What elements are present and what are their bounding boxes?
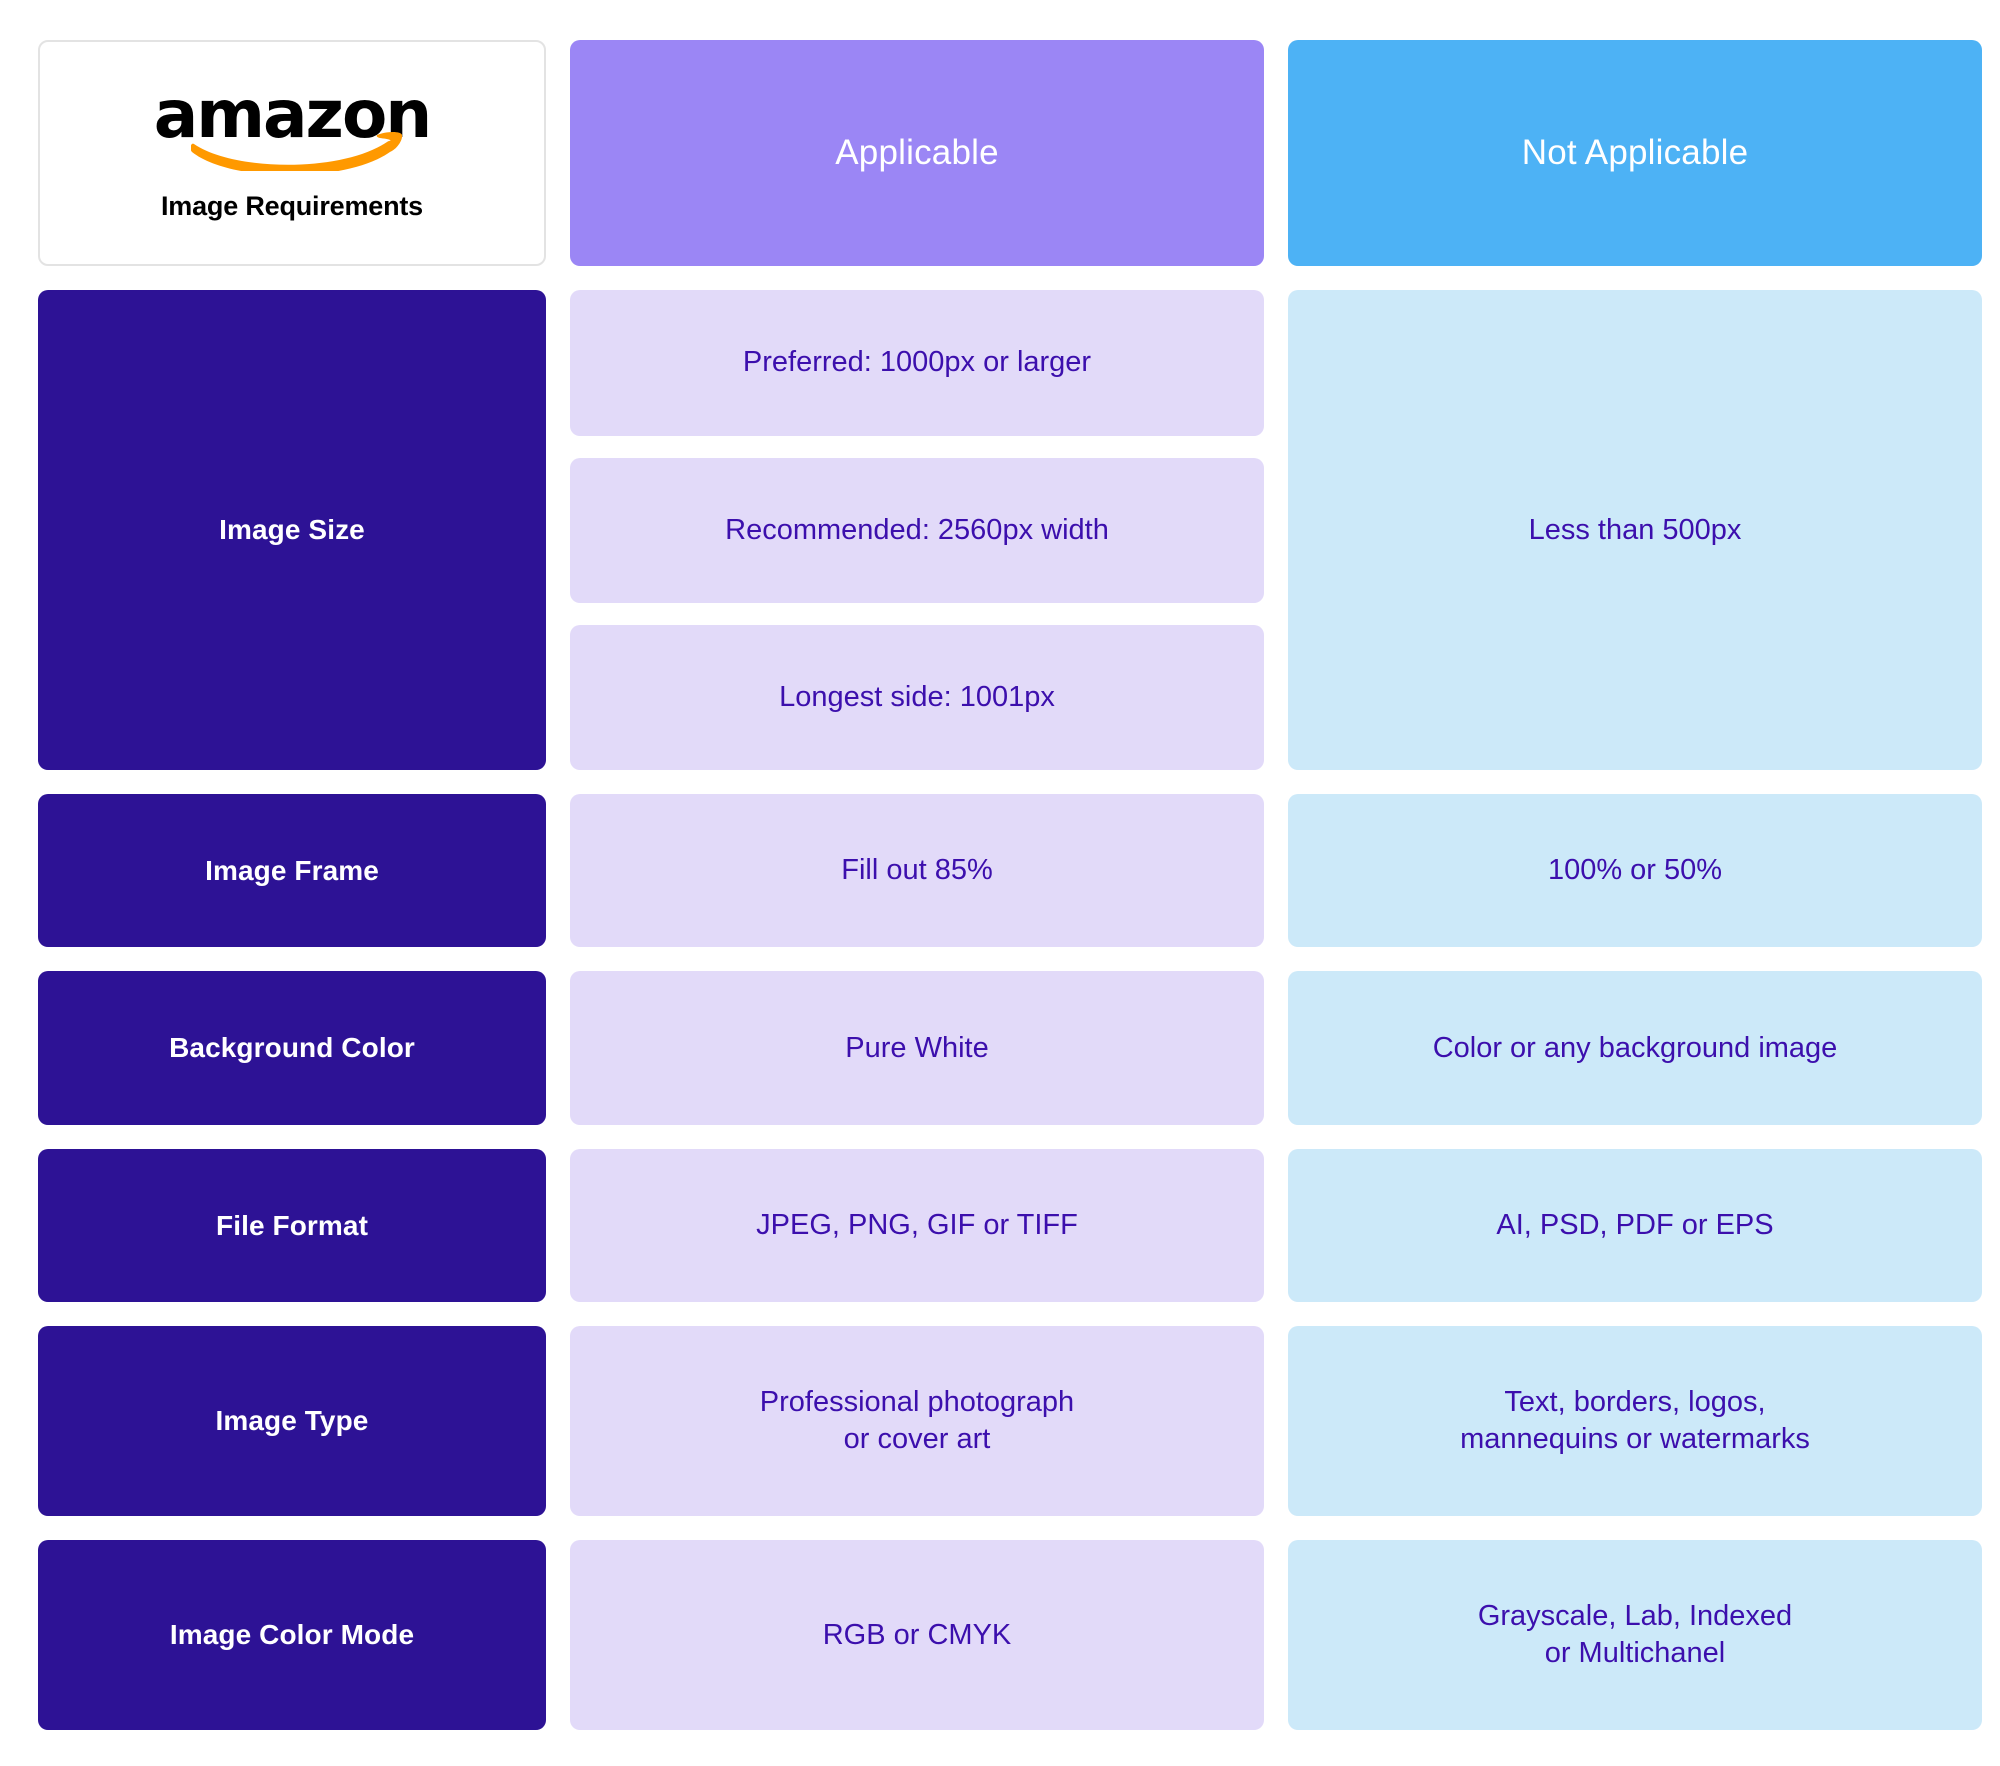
value-applicable-image-color-mode: RGB or CMYK bbox=[570, 1540, 1264, 1731]
table-row-image-type: Image Type Professional photograph or co… bbox=[38, 1326, 1982, 1517]
value-not-applicable-image-color-mode-line1: Grayscale, Lab, Indexed bbox=[1477, 1599, 1793, 1632]
table-row-file-format: File Format JPEG, PNG, GIF or TIFF AI, P… bbox=[38, 1148, 1982, 1303]
cell-applicable-image-size: Preferred: 1000px or larger Recommended:… bbox=[570, 290, 1264, 770]
column-header-not-applicable: Not Applicable bbox=[1288, 40, 1982, 267]
value-not-applicable-image-type: Text, borders, logos, mannequins or wate… bbox=[1288, 1326, 1982, 1517]
value-applicable-background-color: Pure White bbox=[570, 971, 1264, 1125]
table-header-row: amazon Image Requirements Applicable Not… bbox=[38, 40, 1982, 267]
value-not-applicable-image-color-mode-line2: or Multichanel bbox=[1544, 1637, 1726, 1670]
row-label-image-color-mode: Image Color Mode bbox=[38, 1540, 546, 1731]
amazon-logo: amazon Image Requirements bbox=[154, 82, 433, 222]
value-not-applicable-image-frame: 100% or 50% bbox=[1288, 793, 1982, 948]
value-not-applicable-file-format: AI, PSD, PDF or EPS bbox=[1288, 1148, 1982, 1303]
table-row-image-size: Image Size Preferred: 1000px or larger R… bbox=[38, 290, 1982, 770]
value-applicable-image-size-1: Preferred: 1000px or larger bbox=[570, 290, 1264, 436]
value-not-applicable-image-type-line2: mannequins or watermarks bbox=[1460, 1423, 1810, 1456]
value-not-applicable-image-size: Less than 500px bbox=[1288, 290, 1982, 770]
value-applicable-image-type: Professional photograph or cover art bbox=[570, 1326, 1264, 1517]
value-not-applicable-image-type-line1: Text, borders, logos, bbox=[1504, 1386, 1766, 1419]
value-applicable-file-format: JPEG, PNG, GIF or TIFF bbox=[570, 1148, 1264, 1303]
row-label-file-format: File Format bbox=[38, 1148, 546, 1303]
value-not-applicable-image-color-mode: Grayscale, Lab, Indexed or Multichanel bbox=[1288, 1540, 1982, 1731]
value-applicable-image-frame: Fill out 85% bbox=[570, 793, 1264, 948]
row-label-image-frame: Image Frame bbox=[38, 793, 546, 948]
amazon-smile-swoosh-icon bbox=[191, 132, 403, 172]
value-not-applicable-background-color: Color or any background image bbox=[1288, 971, 1982, 1125]
value-applicable-image-type-line1: Professional photograph bbox=[759, 1386, 1075, 1419]
table-row-image-frame: Image Frame Fill out 85% 100% or 50% bbox=[38, 793, 1982, 948]
table-row-image-color-mode: Image Color Mode RGB or CMYK Grayscale, … bbox=[38, 1540, 1982, 1731]
image-requirements-table: amazon Image Requirements Applicable Not… bbox=[0, 0, 2000, 1766]
value-applicable-image-type-line2: or cover art bbox=[843, 1423, 991, 1456]
value-applicable-image-size-3: Longest side: 1001px bbox=[570, 624, 1264, 770]
row-label-background-color: Background Color bbox=[38, 971, 546, 1125]
row-label-image-type: Image Type bbox=[38, 1326, 546, 1517]
value-applicable-image-size-2: Recommended: 2560px width bbox=[570, 457, 1264, 603]
table-row-background-color: Background Color Pure White Color or any… bbox=[38, 971, 1982, 1125]
logo-subtitle: Image Requirements bbox=[161, 191, 423, 222]
amazon-logo-card: amazon Image Requirements bbox=[38, 40, 546, 267]
row-label-image-size: Image Size bbox=[38, 290, 546, 770]
column-header-applicable: Applicable bbox=[570, 40, 1264, 267]
